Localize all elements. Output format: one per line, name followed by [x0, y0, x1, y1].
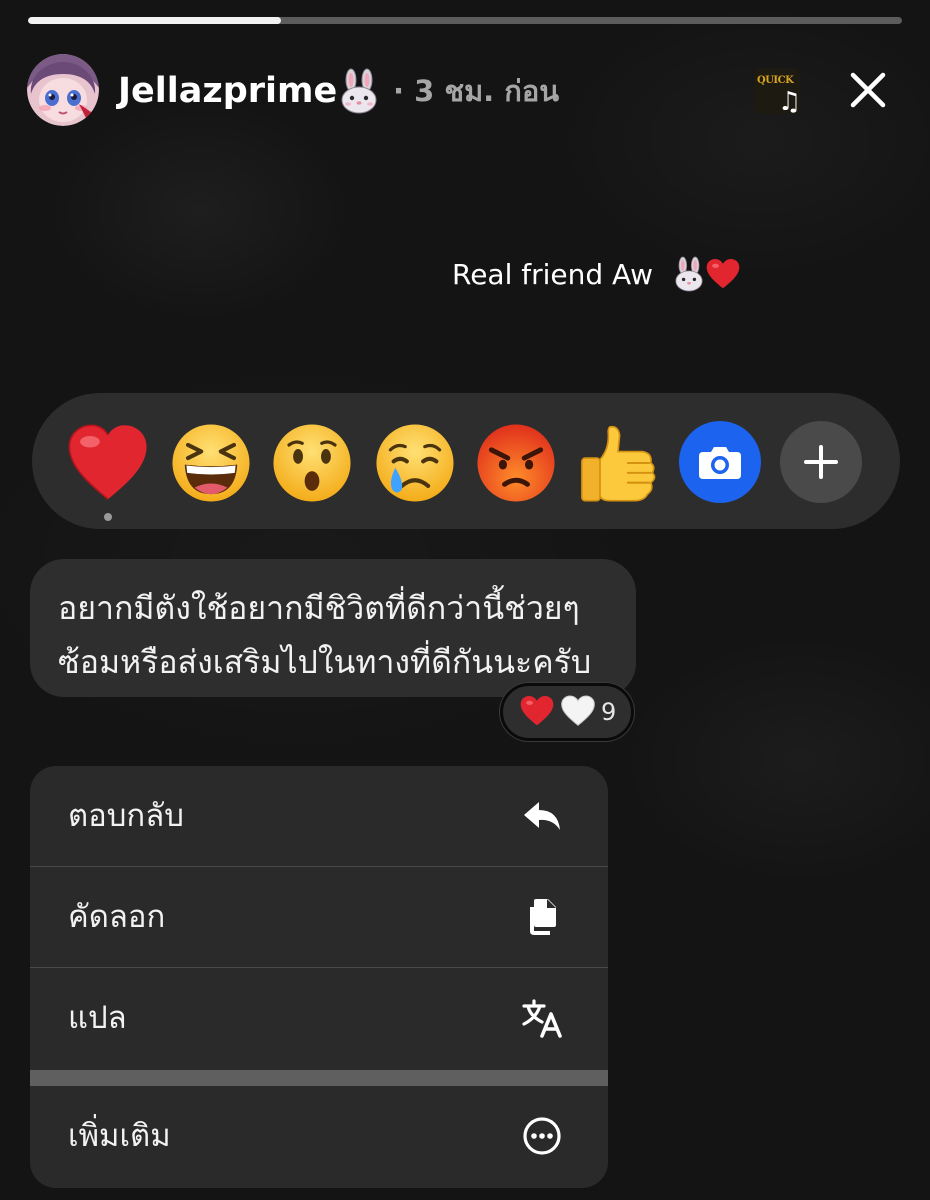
close-button[interactable] [846, 68, 890, 112]
plus-icon [804, 445, 838, 479]
red-heart-icon [68, 424, 147, 500]
post-time: · 3 ชม. ก่อน [393, 74, 560, 108]
rabbit-face-icon [672, 256, 706, 292]
reaction-angry[interactable] [475, 422, 557, 504]
copy-icon [520, 895, 564, 939]
message-text-line-2: ซ้อมหรือส่งเสริมไปในทางที่ดีกันนะครับ [58, 643, 592, 681]
music-note-icon: ♫ [778, 87, 802, 117]
more-icon [520, 1114, 564, 1158]
reaction-sad[interactable] [374, 422, 456, 504]
translate-icon [520, 996, 564, 1040]
reaction-red-heart[interactable] [67, 422, 149, 504]
grinning-squinting-face-icon [172, 424, 250, 502]
reaction-laughing[interactable] [170, 422, 252, 504]
angry-face-icon [477, 424, 555, 502]
menu-item-more-label: เพิ่มเติม [68, 1118, 171, 1154]
reaction-thumbs-up[interactable] [577, 422, 659, 504]
white-heart-icon [561, 695, 595, 727]
menu-item-translate[interactable]: แปล [30, 968, 608, 1068]
menu-item-translate-label: แปล [68, 1000, 127, 1036]
selected-reaction-indicator [104, 513, 112, 521]
avatar[interactable] [27, 54, 99, 126]
thumbs-up-icon [581, 425, 656, 502]
story-progress-fill [28, 17, 282, 24]
reply-icon [520, 794, 564, 838]
reaction-count: 9 [601, 698, 617, 726]
message-text-line-1: อยากมีตังใช้อยากมีชิวิตที่ดีกว่านี้ช่วยๆ [58, 589, 580, 627]
story-caption: Real friend Aw [452, 258, 653, 291]
reaction-bar [32, 393, 900, 529]
menu-group-separator [30, 1070, 608, 1086]
close-icon [850, 72, 886, 108]
context-menu: ตอบกลับ คัดลอก แปล เพิ่มเติม [30, 766, 608, 1188]
story-progress-bar [28, 17, 902, 24]
red-heart-icon [706, 258, 740, 290]
add-reaction-button[interactable] [780, 421, 862, 503]
rabbit-face-icon [337, 68, 381, 114]
camera-button[interactable] [679, 421, 761, 503]
red-heart-icon [520, 695, 554, 727]
menu-item-reply[interactable]: ตอบกลับ [30, 766, 608, 866]
reaction-wow[interactable] [271, 422, 353, 504]
crying-face-icon [376, 424, 454, 502]
camera-icon [699, 447, 741, 479]
story-screen: Jellazprime · 3 ชม. ก่อน QUICK ♫ Real fr… [0, 0, 930, 1200]
menu-item-more[interactable]: เพิ่มเติม [30, 1086, 608, 1186]
menu-item-copy[interactable]: คัดลอก [30, 867, 608, 967]
hushed-face-icon [273, 424, 351, 502]
menu-item-copy-label: คัดลอก [68, 899, 166, 935]
menu-item-reply-label: ตอบกลับ [68, 798, 184, 834]
username[interactable]: Jellazprime [118, 68, 337, 114]
